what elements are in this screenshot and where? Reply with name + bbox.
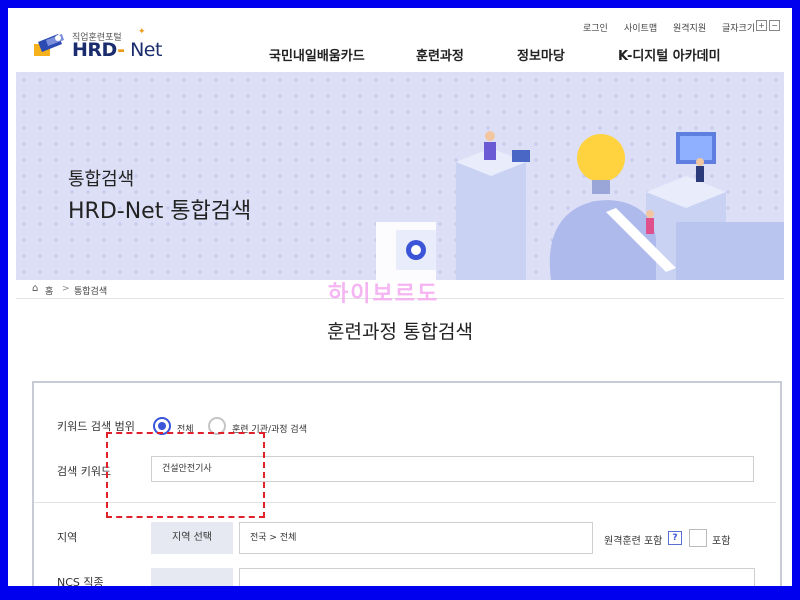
remote-support-link[interactable]: 원격지원	[673, 21, 706, 34]
remote-include-label[interactable]: 포함	[712, 532, 730, 547]
region-label: 지역	[57, 531, 78, 544]
hrd-logo-icon[interactable]	[32, 30, 68, 60]
ncs-label: NCS 직종	[57, 576, 104, 586]
remote-include-checkbox[interactable]	[689, 529, 707, 547]
ncs-select-button[interactable]	[151, 568, 233, 586]
logo-dash: -	[117, 39, 125, 61]
region-value-field[interactable]: 전국 > 전체	[239, 522, 593, 554]
logo-name-net: Net	[124, 39, 162, 61]
home-icon[interactable]: ⌂	[32, 283, 38, 294]
breadcrumb-home[interactable]: 홈	[45, 284, 53, 297]
remote-training-label: 원격훈련 포함	[604, 536, 663, 547]
keyword-label: 검색 키워드	[57, 465, 112, 478]
font-size-label: 글자크기	[722, 24, 756, 34]
watermark-text: 하이보르도	[328, 282, 440, 307]
help-icon[interactable]: ?	[668, 531, 682, 545]
font-size-plus-button[interactable]: +	[756, 20, 767, 31]
banner-title-small: 통합검색	[68, 169, 135, 190]
page-frame: 직업훈련포털 HRD- Net ✦ 로그인 사이트맵 원격지원 글자크기 + −…	[8, 8, 792, 586]
font-size-minus-button[interactable]: −	[769, 20, 780, 31]
ncs-value-field[interactable]	[239, 568, 755, 586]
highlight-box	[106, 432, 265, 518]
sitemap-link[interactable]: 사이트맵	[624, 21, 657, 34]
nav-item-info[interactable]: 정보마당	[517, 45, 565, 64]
breadcrumb-current: 통합검색	[74, 287, 108, 297]
page-title: 훈련과정 통합검색	[327, 321, 473, 343]
logo-text[interactable]: HRD- Net	[72, 39, 162, 61]
region-select-button[interactable]: 지역 선택	[151, 522, 233, 554]
logo-name-hrd: HRD	[72, 39, 118, 61]
banner-title-large: HRD-Net 통합검색	[68, 199, 252, 224]
banner-illustration-icon	[376, 131, 784, 280]
hero-banner: 통합검색 HRD-Net 통합검색	[16, 72, 784, 280]
breadcrumb-separator: >	[62, 284, 70, 294]
nav-item-courses[interactable]: 훈련과정	[416, 45, 464, 64]
nav-item-card[interactable]: 국민내일배움카드	[269, 45, 365, 64]
logo-star-icon: ✦	[138, 27, 146, 37]
login-link[interactable]: 로그인	[583, 21, 608, 34]
nav-item-kdigital[interactable]: K-디지털 아카데미	[618, 45, 721, 64]
